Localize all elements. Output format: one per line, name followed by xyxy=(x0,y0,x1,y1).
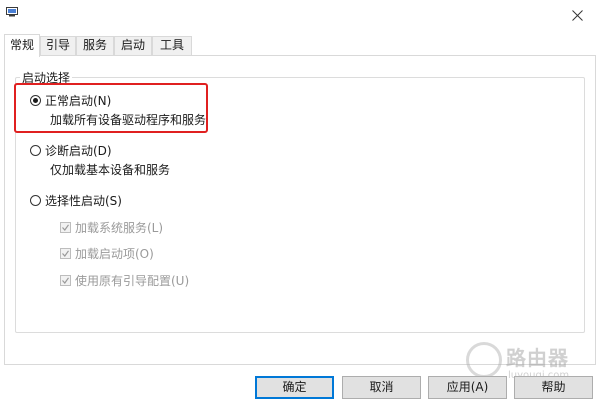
router-logo-icon xyxy=(466,342,502,378)
diagnostic-startup-description: 仅加载基本设备和服务 xyxy=(50,163,171,177)
radio-unselected-icon xyxy=(30,195,41,206)
radio-selected-icon xyxy=(30,95,41,106)
tab-startup[interactable]: 启动 xyxy=(114,36,152,55)
checkbox-checked-icon xyxy=(60,248,71,259)
diagnostic-startup-radio[interactable]: 诊断启动(D) xyxy=(30,142,112,159)
radio-unselected-icon xyxy=(30,145,41,156)
apply-button[interactable]: 应用(A) xyxy=(428,376,507,399)
close-icon xyxy=(571,9,583,21)
tab-general[interactable]: 常规 xyxy=(4,34,40,57)
use-original-boot-config-checkbox[interactable]: 使用原有引导配置(U) xyxy=(60,272,189,289)
watermark-title: 路由器 xyxy=(506,346,569,370)
tab-tools[interactable]: 工具 xyxy=(152,36,192,55)
use-original-boot-config-label: 使用原有引导配置(U) xyxy=(75,274,190,288)
help-button[interactable]: 帮助 xyxy=(514,376,593,399)
normal-startup-description: 加载所有设备驱动程序和服务 xyxy=(50,113,207,127)
tab-boot[interactable]: 引导 xyxy=(40,36,76,55)
load-startup-items-label: 加载启动项(O) xyxy=(75,247,154,261)
load-system-services-checkbox[interactable]: 加载系统服务(L) xyxy=(60,219,163,236)
checkbox-checked-icon xyxy=(60,222,71,233)
normal-startup-radio[interactable]: 正常启动(N) xyxy=(30,92,111,109)
close-button[interactable] xyxy=(554,0,600,30)
load-system-services-label: 加载系统服务(L) xyxy=(75,221,164,235)
selective-startup-label: 选择性启动(S) xyxy=(45,194,122,208)
normal-startup-label: 正常启动(N) xyxy=(45,94,112,108)
cancel-button[interactable]: 取消 xyxy=(342,376,421,399)
ok-button[interactable]: 确定 xyxy=(255,376,334,399)
group-title: 启动选择 xyxy=(20,69,73,86)
app-icon xyxy=(6,7,18,17)
tab-services[interactable]: 服务 xyxy=(76,36,114,55)
load-startup-items-checkbox[interactable]: 加载启动项(O) xyxy=(60,245,154,262)
title-bar xyxy=(0,0,600,30)
checkbox-checked-icon xyxy=(60,275,71,286)
diagnostic-startup-label: 诊断启动(D) xyxy=(45,144,112,158)
selective-startup-radio[interactable]: 选择性启动(S) xyxy=(30,192,122,209)
